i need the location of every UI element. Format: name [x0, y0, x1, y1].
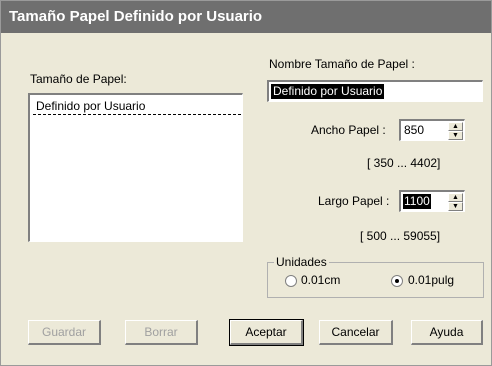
units-group: Unidades 0.01cm 0.01pulg [267, 255, 484, 298]
paper-height-label: Largo Papel : [318, 194, 390, 208]
title-bar[interactable]: Tamaño Papel Definido por Usuario [1, 1, 491, 33]
paper-width-spin-buttons: ▲ ▼ [448, 122, 463, 140]
paper-width-spinner[interactable]: 850 ▲ ▼ [399, 119, 465, 141]
spin-down-arrow-icon[interactable]: ▼ [448, 202, 463, 211]
paper-size-list[interactable]: Definido por Usuario [28, 93, 243, 242]
paper-width-range: [ 350 ... 4402] [367, 156, 441, 170]
paper-width-label: Ancho Papel : [311, 123, 386, 137]
cancel-button[interactable]: Cancelar [319, 320, 393, 345]
list-item[interactable]: Definido por Usuario [33, 98, 241, 115]
spin-up-arrow-icon[interactable]: ▲ [448, 193, 463, 202]
paper-width-value: 850 [404, 123, 425, 137]
paper-name-input[interactable]: Definido por Usuario [267, 80, 483, 102]
paper-height-value: 1100 [403, 194, 431, 209]
paper-height-spinner[interactable]: 1100 ▲ ▼ [399, 190, 465, 212]
spin-down-arrow-icon[interactable]: ▼ [448, 131, 463, 140]
unit-cm-label[interactable]: 0.01cm [301, 273, 340, 287]
list-item-label: Definido por Usuario [36, 99, 146, 113]
unit-inch-label[interactable]: 0.01pulg [408, 273, 454, 287]
delete-button[interactable]: Borrar [125, 320, 198, 345]
units-label: Unidades [274, 255, 329, 269]
unit-inch-radio[interactable] [391, 275, 403, 287]
custom-paper-size-dialog: Tamaño Papel Definido por Usuario Tamaño… [0, 0, 492, 366]
unit-cm-radio[interactable] [285, 275, 297, 287]
radio-selected-dot [395, 279, 399, 283]
window-title: Tamaño Papel Definido por Usuario [9, 8, 263, 25]
spin-up-arrow-icon[interactable]: ▲ [448, 122, 463, 131]
accept-button[interactable]: Aceptar [229, 319, 304, 346]
save-button[interactable]: Guardar [28, 320, 101, 345]
paper-name-value: Definido por Usuario [271, 84, 385, 99]
paper-size-label: Tamaño de Papel: [30, 72, 127, 86]
paper-height-spin-buttons: ▲ ▼ [448, 193, 463, 211]
paper-name-label: Nombre Tamaño de Papel : [269, 57, 415, 71]
paper-height-range: [ 500 ... 59055] [360, 229, 441, 243]
help-button[interactable]: Ayuda [411, 320, 483, 345]
